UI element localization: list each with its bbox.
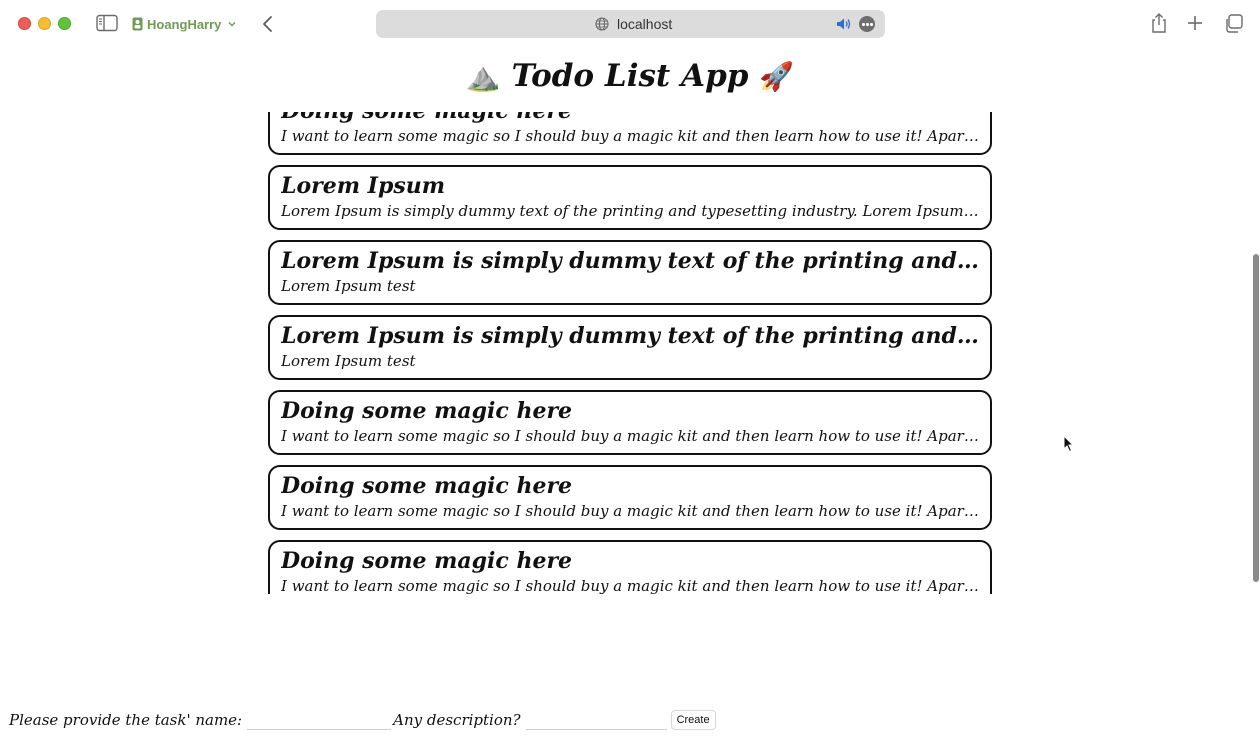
profile-icon — [132, 17, 143, 31]
speaker-icon[interactable] — [836, 17, 852, 31]
tab-overview-icon[interactable] — [1224, 14, 1243, 33]
page-menu-icon[interactable] — [859, 16, 875, 32]
profile-switcher[interactable]: HoangHarry — [132, 14, 237, 34]
todo-title: Lorem Ipsum is simply dummy text of the … — [281, 323, 979, 349]
share-icon[interactable] — [1150, 12, 1168, 34]
task-name-input[interactable] — [247, 710, 392, 730]
todo-description: I want to learn some magic so I should b… — [281, 502, 979, 520]
todo-title: Lorem Ipsum is simply dummy text of the … — [281, 248, 979, 274]
todo-card[interactable]: Doing some magic here I want to learn so… — [268, 540, 992, 594]
url-text: localhost — [617, 16, 673, 32]
rocket-emoji-icon: 🚀 — [759, 60, 795, 93]
todo-description: Lorem Ipsum is simply dummy text of the … — [281, 202, 979, 220]
todo-card[interactable]: Lorem Ipsum Lorem Ipsum is simply dummy … — [268, 165, 992, 230]
new-tab-icon[interactable] — [1187, 15, 1203, 31]
task-name-label: Please provide the task' name: — [9, 711, 243, 729]
chevron-down-icon — [228, 21, 236, 27]
todo-description: I want to learn some magic so I should b… — [281, 427, 979, 445]
page-scrollbar-thumb[interactable] — [1253, 254, 1259, 582]
create-button[interactable]: Create — [670, 710, 716, 730]
add-task-form: Please provide the task' name: Any descr… — [9, 709, 716, 731]
mouse-cursor-icon — [1063, 435, 1075, 453]
globe-icon — [595, 17, 609, 31]
page-title: ⛰️ Todo List App 🚀 — [0, 58, 1260, 94]
todo-title: Doing some magic here — [281, 112, 979, 126]
profile-name: HoangHarry — [147, 16, 222, 32]
window-minimize-button[interactable] — [38, 17, 51, 30]
todo-card[interactable]: Doing some magic here I want to learn so… — [268, 112, 992, 155]
todo-description: I want to learn some magic so I should b… — [281, 127, 979, 145]
todo-title: Doing some magic here — [281, 398, 573, 424]
todo-card[interactable]: Doing some magic here I want to learn so… — [268, 465, 992, 530]
todo-card[interactable]: Doing some magic here I want to learn so… — [268, 390, 992, 455]
task-description-label: Any description? — [393, 711, 521, 729]
back-arrow-icon[interactable] — [261, 14, 275, 34]
todo-card[interactable]: Lorem Ipsum is simply dummy text of the … — [268, 315, 992, 380]
task-description-input[interactable] — [525, 710, 667, 730]
todo-title: Doing some magic here — [281, 473, 573, 499]
todo-description: I want to learn some magic so I should b… — [281, 577, 979, 594]
mountain-emoji-icon: ⛰️ — [465, 60, 501, 93]
page-title-text: Todo List App — [511, 58, 749, 94]
address-bar[interactable]: localhost — [376, 10, 885, 38]
sidebar-toggle-icon[interactable] — [96, 14, 118, 32]
todo-card[interactable]: Lorem Ipsum is simply dummy text of the … — [268, 240, 992, 305]
window-close-button[interactable] — [18, 17, 31, 30]
todo-description: Lorem Ipsum test — [281, 277, 416, 295]
todo-title: Lorem Ipsum — [281, 173, 446, 199]
todo-list[interactable]: Doing some magic here I want to learn so… — [260, 112, 1000, 594]
todo-list-items: Doing some magic here I want to learn so… — [268, 112, 992, 594]
window-zoom-button[interactable] — [58, 17, 71, 30]
browser-toolbar: HoangHarry localhost — [0, 0, 1260, 48]
todo-description: Lorem Ipsum test — [281, 352, 416, 370]
todo-title: Doing some magic here — [281, 548, 573, 574]
